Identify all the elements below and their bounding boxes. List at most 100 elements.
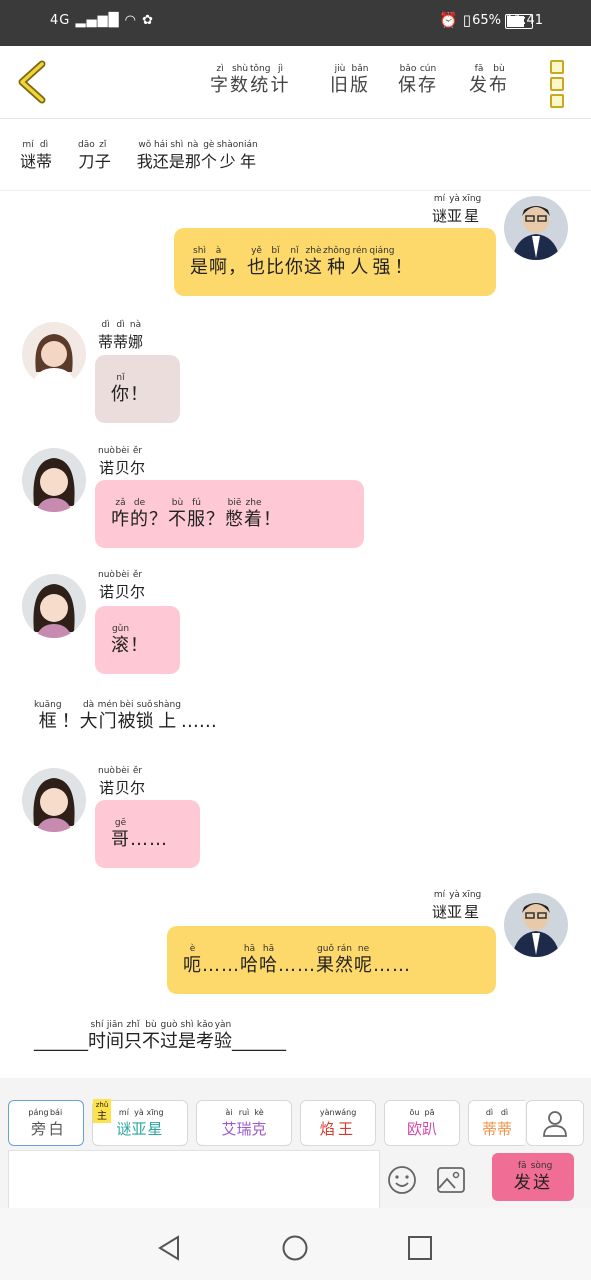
role-chip[interactable]: páng 旁 bái 白	[8, 1100, 84, 1146]
ruby-char: bù 布	[489, 64, 509, 97]
pinyin: xīng	[462, 890, 482, 900]
hanzi: 王	[337, 1119, 353, 1138]
pinyin: kǎo	[196, 1020, 214, 1030]
hanzi: 比	[266, 256, 285, 278]
hanzi: 亚	[447, 207, 463, 225]
hanzi: 谜	[432, 903, 448, 921]
home-nav-icon[interactable]	[281, 1234, 309, 1262]
message-bubble[interactable]: shì 是 à 啊， yě 也 bǐ 比 nǐ 你 zhè 这 zhǒng 种 rén 人 qiáng 强！	[174, 228, 496, 296]
pinyin: nián	[238, 140, 258, 150]
add-role-button[interactable]	[526, 1100, 584, 1146]
title-word: mí 谜 dì 蒂	[20, 140, 52, 173]
publish-button[interactable]: fā 发 bù 布	[469, 64, 509, 97]
message-bubble[interactable]: gǔn 滚！	[95, 606, 180, 674]
avatar[interactable]	[22, 768, 86, 832]
ruby-char: mén 门	[98, 700, 118, 733]
ruby-char: xīng 星	[462, 194, 481, 227]
role-chip[interactable]: mí 谜 yà 亚 xīng 星 zhǔ 主	[92, 1099, 188, 1146]
pinyin: shì	[193, 245, 206, 256]
message-bubble[interactable]: nǐ 你！	[95, 355, 180, 423]
pinyin: fā	[517, 1160, 527, 1171]
avatar[interactable]	[22, 574, 86, 638]
pinyin: yà	[134, 1107, 144, 1117]
avatar[interactable]	[22, 448, 86, 512]
pinyin: bèi	[119, 700, 134, 710]
pinyin: mí	[433, 194, 446, 204]
hanzi: 贝	[114, 459, 130, 477]
pinyin: wǒ	[138, 140, 152, 150]
image-icon[interactable]	[436, 1166, 466, 1194]
battery-percent: 65%	[472, 13, 501, 28]
pinyin: mí	[22, 140, 34, 150]
pinyin: dì	[500, 1107, 509, 1117]
ruby-char: bǐ 比	[266, 246, 285, 279]
hanzi: 星	[464, 207, 480, 225]
ruby-char: dì 蒂	[98, 320, 113, 353]
ruby-char: fú 服	[187, 498, 206, 531]
pinyin: bái	[49, 1107, 63, 1117]
ruby-char: yàn 焰	[320, 1107, 335, 1140]
ruby-char: ěr 尔	[130, 766, 145, 799]
old-version-button[interactable]: jiù 旧 bǎn 版	[330, 64, 370, 97]
ruby-char: kuāng 框	[34, 700, 62, 733]
word-count-button[interactable]: zì 字 shù 数 tǒng 统 jì 计	[210, 64, 290, 97]
message-bubble[interactable]: gē 哥……	[95, 800, 200, 868]
hanzi: 个	[200, 152, 217, 171]
hanzi: 人	[350, 256, 370, 278]
ruby-char: ______	[232, 1020, 286, 1053]
ruby-char: bái 白	[49, 1107, 64, 1140]
role-chip[interactable]: ōu 欧 pā 趴	[384, 1100, 460, 1146]
avatar[interactable]	[22, 322, 86, 386]
ruby-char: ōu 欧	[407, 1107, 422, 1140]
pinyin	[149, 498, 168, 509]
hanzi: 年	[239, 152, 256, 171]
avatar[interactable]	[504, 196, 568, 260]
recents-nav-icon[interactable]	[407, 1235, 433, 1261]
hanzi: 憋	[225, 508, 244, 530]
hanzi: 是	[168, 152, 185, 171]
message-bubble[interactable]: è 呃…… hā 哈 hā 哈…… guǒ 果 rán 然 ne 呢……	[167, 926, 496, 994]
ruby-char: ……	[202, 944, 240, 977]
emoji-icon[interactable]	[386, 1164, 418, 1196]
back-nav-icon[interactable]	[156, 1234, 182, 1262]
message-bubble[interactable]: zǎ 咋 de 的？ bù 不 fú 服？ biē 憋 zhe 着！	[95, 480, 364, 548]
pinyin	[181, 700, 217, 711]
pinyin: zhè	[305, 245, 322, 256]
pinyin: jiān	[106, 1020, 124, 1030]
ruby-char: ！	[395, 246, 414, 279]
role-chip[interactable]: yàn 焰 wáng 王	[300, 1100, 376, 1146]
hanzi: 星	[464, 903, 480, 921]
ruby-char: wáng 王	[335, 1107, 357, 1140]
hanzi: 上	[158, 711, 177, 732]
message-input[interactable]	[8, 1150, 380, 1210]
ruby-char: jì 计	[270, 64, 290, 97]
pinyin: shí	[90, 1020, 104, 1030]
save-button[interactable]: bǎo 保 cún 存	[398, 64, 438, 97]
ruby-char: dì 蒂	[482, 1107, 497, 1140]
hanzi: ？	[149, 508, 168, 530]
hanzi: 欧	[406, 1119, 422, 1138]
story-title: mí 谜 dì 蒂 dāo 刀 zǐ 子 wǒ 我 hái 还 shì 是 nà 那 gè 个 shào 少 nián 年	[0, 118, 591, 191]
role-chip[interactable]: ài 艾 ruì 瑞 kè 克	[196, 1100, 292, 1146]
pinyin: cún	[419, 64, 437, 74]
narration-line[interactable]: ______ shí 时 jiān 间 zhǐ 只 bù 不 guò 过 shì 是 kǎo 考 yàn 验 __…	[34, 1020, 286, 1053]
hanzi: ……	[202, 954, 240, 976]
ruby-char: mí 谜	[432, 194, 447, 227]
hanzi: ______	[232, 1031, 286, 1052]
ruby-char: ，	[228, 246, 247, 279]
ruby-char: ……	[181, 700, 217, 733]
pinyin: guǒ	[317, 943, 334, 954]
role-chip[interactable]: dì 蒂 dì 蒂	[468, 1100, 525, 1146]
pinyin: yàn	[319, 1107, 335, 1117]
back-arrow-icon[interactable]	[16, 60, 56, 104]
ruby-char: bǎn 版	[350, 64, 370, 97]
pinyin: sòng	[530, 1160, 553, 1171]
send-button[interactable]: fā 发 sòng 送	[492, 1153, 574, 1201]
avatar[interactable]	[504, 893, 568, 957]
pinyin: ōu	[409, 1107, 420, 1117]
narration-line[interactable]: kuāng 框！ dà 大 mén 门 bèi 被 suǒ 锁 shàng 上……	[34, 700, 217, 733]
ruby-char: yà 亚	[447, 890, 462, 923]
pinyin: ěr	[132, 570, 143, 580]
more-menu-icon[interactable]	[550, 60, 568, 108]
ruby-char: shào 少	[217, 140, 238, 173]
